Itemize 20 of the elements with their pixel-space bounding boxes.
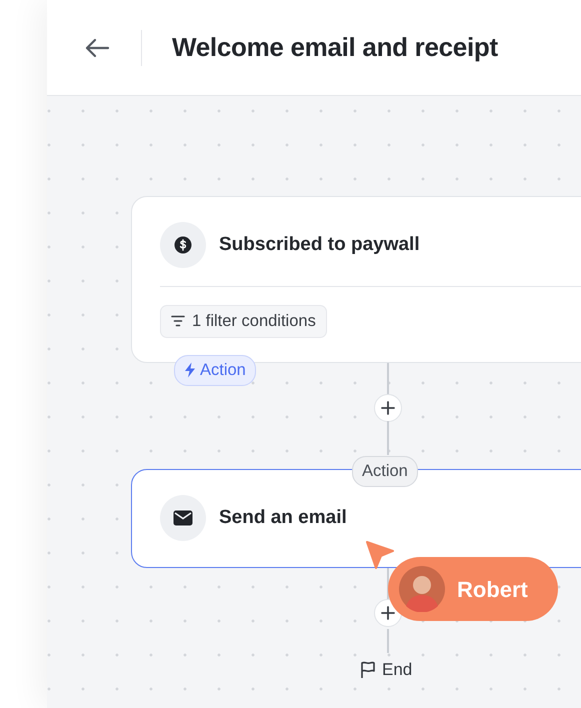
lightning-icon bbox=[184, 362, 196, 378]
back-arrow-icon bbox=[84, 38, 110, 58]
add-step-button[interactable] bbox=[374, 394, 402, 422]
step-card[interactable]: Subscribed to paywall 1 filter conditions bbox=[131, 196, 581, 363]
action-tag: Action bbox=[174, 355, 256, 386]
page-title: Welcome email and receipt bbox=[172, 32, 498, 64]
step-title: Subscribed to paywall bbox=[219, 232, 420, 257]
filter-icon bbox=[171, 315, 185, 328]
plus-icon bbox=[381, 401, 395, 415]
filter-chip[interactable]: 1 filter conditions bbox=[160, 305, 327, 338]
step-title: Send an email bbox=[219, 506, 347, 530]
flag-icon bbox=[360, 660, 376, 679]
user-name: Robert bbox=[457, 576, 528, 604]
dollar-icon bbox=[174, 236, 192, 254]
plus-icon bbox=[381, 606, 395, 620]
action-tag: Action bbox=[352, 456, 418, 487]
end-label: End bbox=[382, 659, 412, 681]
avatar bbox=[399, 566, 445, 612]
envelope-icon bbox=[173, 510, 193, 526]
cursor-icon bbox=[365, 540, 397, 570]
